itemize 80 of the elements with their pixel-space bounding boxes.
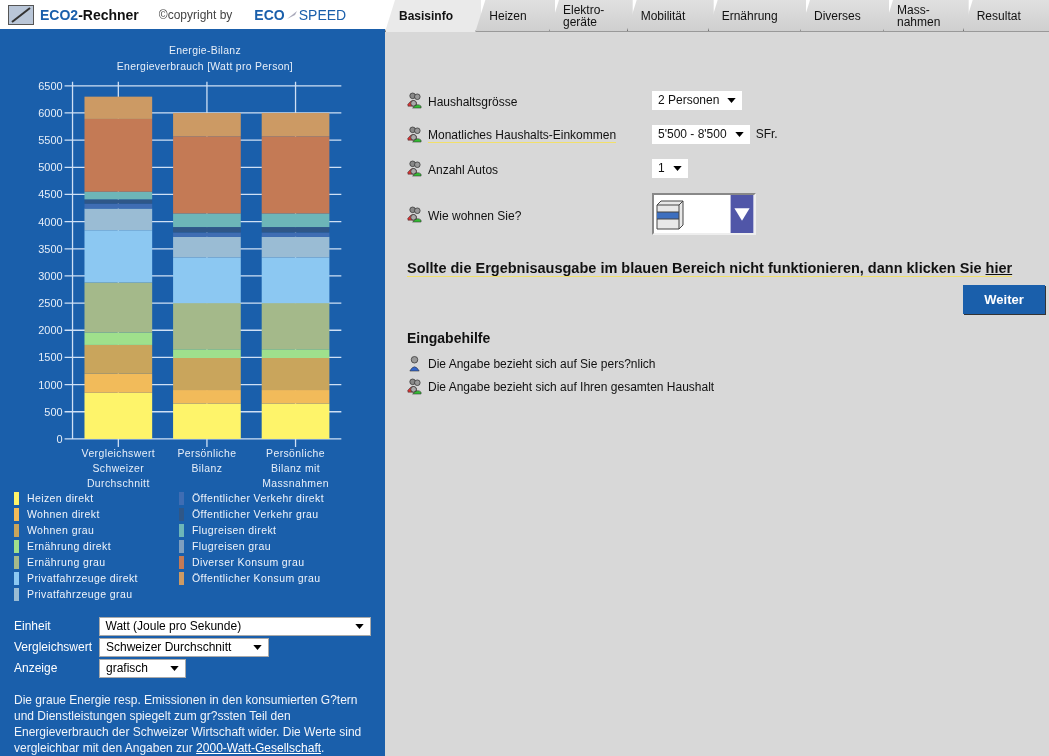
help-text: Die Angabe bezieht sich auf Sie pers?nlich (428, 356, 656, 371)
tick-label: 4500 (38, 188, 63, 201)
category-label: Vergleichswert Schweizer Durchschnitt (81, 447, 156, 489)
brand-text: SPEED (298, 6, 347, 23)
category-label: Persönliche Bilanz (177, 447, 237, 474)
legend-label: Wohnen direkt (27, 508, 100, 520)
tab[interactable]: Mobilität (626, 0, 714, 32)
field-label: Monatliches Haushalts-Einkommen (428, 127, 617, 143)
people-icon (407, 91, 422, 109)
logo-icon (8, 4, 34, 25)
tick-label: 1000 (38, 378, 63, 391)
tab[interactable]: Mass- nahmen (883, 0, 969, 32)
tick-label: 5000 (38, 161, 63, 174)
tick-label: 6500 (38, 79, 63, 92)
caret-icon (253, 644, 263, 650)
tab[interactable]: Ernährung (707, 0, 806, 32)
unit-label: SFr. (755, 127, 778, 141)
section-heading: Eingabehilfe (407, 330, 492, 346)
dropdown[interactable]: 1 (652, 158, 688, 178)
tab[interactable]: Basisinfo (385, 0, 482, 32)
notice-text: Sollte die Ergebnisausgabe im blauen Bereich nicht funktionieren, dann klicken Sie hier (407, 260, 1013, 277)
category-label: Persönliche Bilanz mit Massnahmen (262, 447, 329, 489)
next-button[interactable]: Weiter (963, 285, 1045, 314)
tick-label: 2500 (38, 297, 63, 310)
tab[interactable]: Resultat (962, 0, 1049, 32)
tick-label: 500 (44, 405, 63, 418)
tab[interactable]: Diverses (800, 0, 889, 32)
tick-label: 4000 (38, 215, 63, 228)
tick-label: 1500 (38, 351, 63, 364)
caret-icon (170, 665, 180, 671)
tick-label: 0 (56, 432, 63, 445)
legend-label: Ernährung direkt (27, 540, 112, 552)
link[interactable]: hier (985, 260, 1013, 276)
caret-icon (727, 97, 737, 103)
building-icon (656, 200, 684, 230)
legend-label: Flugreisen grau (192, 540, 271, 552)
legend-label: Privatfahrzeuge grau (27, 588, 133, 600)
legend-label: Ernährung grau (27, 556, 106, 568)
setting-label: Vergleichswert (14, 640, 94, 654)
field-label: Anzahl Autos (428, 162, 499, 177)
caret-icon (734, 131, 744, 137)
tab[interactable]: Heizen (475, 0, 555, 32)
legend-label: Öffentlicher Konsum grau (192, 572, 321, 584)
chart-title: Energie-Bilanz (168, 44, 241, 56)
caret-icon (355, 623, 364, 629)
dropdown[interactable]: 2 Personen (652, 90, 743, 110)
legend-label: Öffentlicher Verkehr direkt (192, 492, 324, 504)
setting-label: Anzeige (14, 661, 59, 675)
info-paragraph: Die graue Energie resp. Emissionen in den konsumierten G?tern und Dienstleistungen spiegelt zum gr?ssten Teil den Energieverbrauch der Schweizer Wirtschaft wider. Die Werte sind vergleichbar mit den Angaben zur 2000-Watt-Gesellschaft. (14, 692, 363, 756)
people-icon (407, 159, 422, 177)
legend-label: Wohnen grau (27, 524, 95, 536)
tab[interactable]: Elektro- geräte (549, 0, 633, 32)
field-label: Wie wohnen Sie? (428, 208, 522, 223)
tick-label: 2000 (38, 324, 63, 337)
app-title: ECO2-Rechner (40, 6, 139, 23)
dropdown[interactable]: Watt (Joule pro Sekunde) (98, 616, 371, 636)
brand-text: ECO (254, 6, 285, 23)
tick-label: 6000 (38, 106, 63, 119)
legend-label: Öffentlicher Verkehr grau (192, 508, 319, 520)
help-text: Die Angabe bezieht sich auf Ihren gesamten Haushalt (428, 379, 715, 394)
people-icon (407, 205, 422, 223)
legend-label: Heizen direkt (27, 492, 94, 504)
legend-label: Diverser Konsum grau (192, 556, 305, 568)
setting-label: Einheit (14, 619, 52, 633)
people-icon (407, 125, 422, 143)
axis-title: Energieverbrauch [Watt pro Person] (116, 60, 294, 72)
image-dropdown[interactable] (652, 193, 756, 235)
dropdown[interactable]: 5'500 - 8'500 (652, 124, 750, 144)
people-icon (407, 378, 422, 395)
tick-label: 3500 (38, 242, 63, 255)
tick-label: 5500 (38, 134, 63, 147)
field-label: Haushaltsgrösse (428, 94, 518, 109)
copyright-text: ©copyright by (158, 7, 233, 22)
dropdown[interactable]: Schweizer Durchschnitt (99, 637, 270, 657)
caret-icon (672, 165, 682, 171)
dropdown[interactable]: grafisch (99, 658, 187, 678)
legend-label: Flugreisen direkt (192, 524, 277, 536)
tick-label: 3000 (38, 269, 63, 282)
person-icon (407, 355, 422, 372)
legend-label: Privatfahrzeuge direkt (27, 572, 138, 584)
